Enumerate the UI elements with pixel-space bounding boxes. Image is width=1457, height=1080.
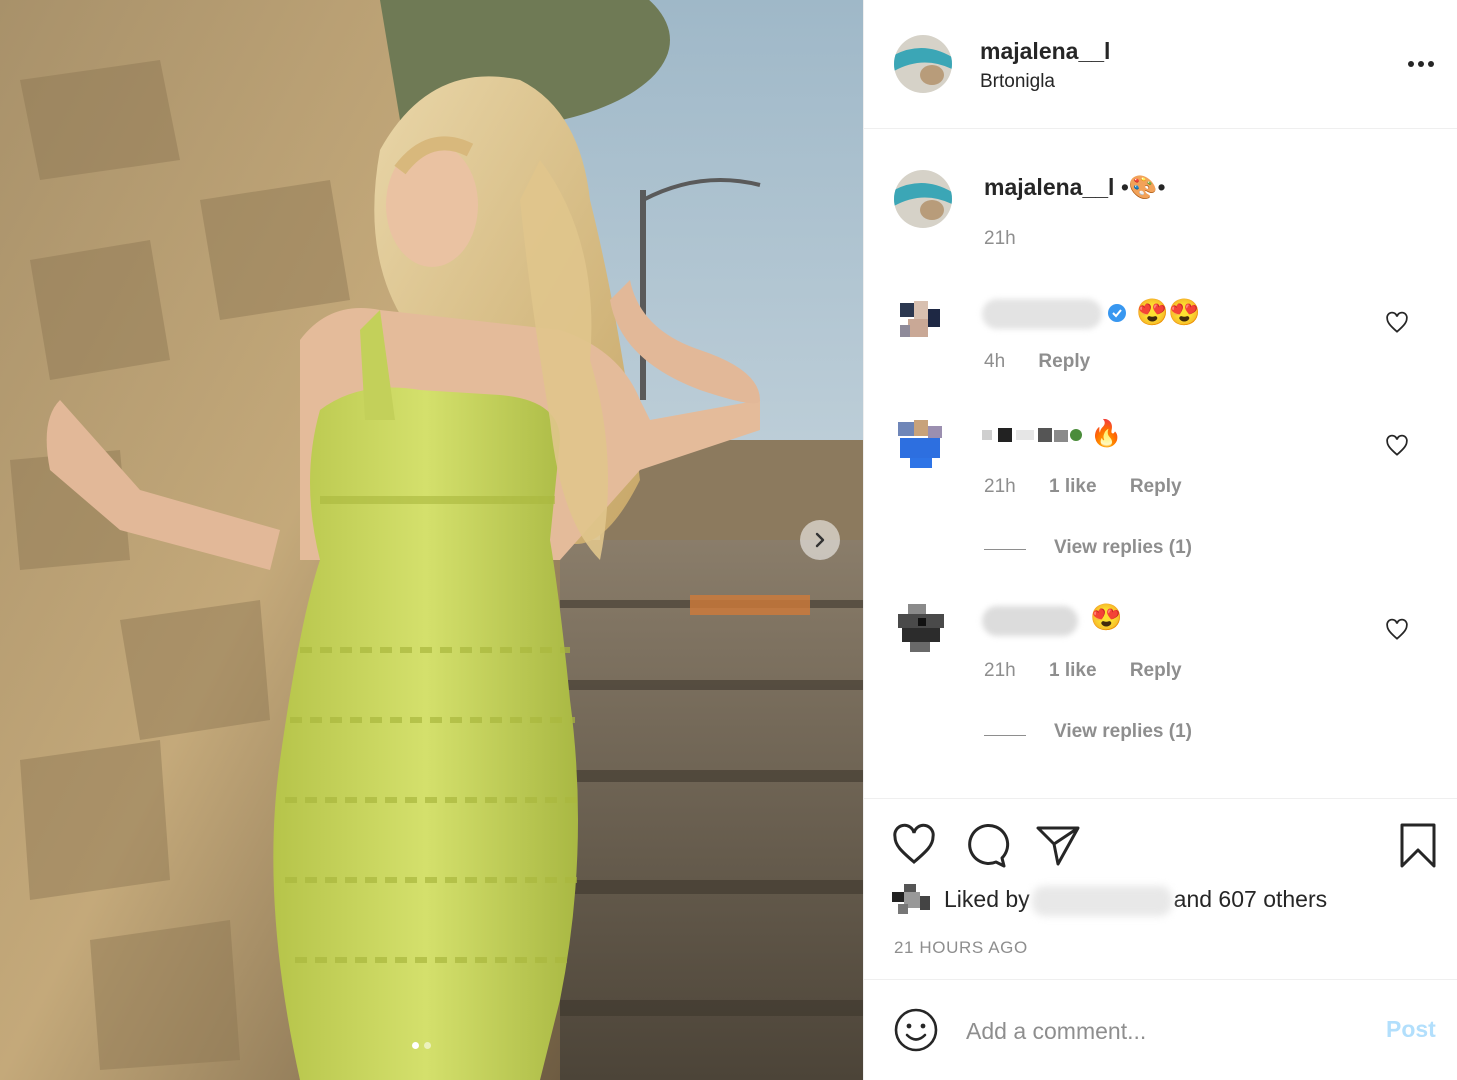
bookmark-icon <box>1400 823 1436 868</box>
more-options-button[interactable] <box>1396 52 1446 76</box>
caption-time[interactable]: 21h <box>984 228 1016 249</box>
heart-icon <box>1386 434 1408 456</box>
chevron-right-icon <box>815 532 825 548</box>
caption-username[interactable]: majalena__l <box>984 174 1114 200</box>
comment-emoji: 🔥 <box>1090 418 1123 448</box>
caption-meta: 21h <box>984 228 1044 250</box>
caption-avatar[interactable] <box>894 170 952 228</box>
post-details-panel: majalena__l Brtonigla majalena__l •🎨• 21… <box>863 0 1457 1080</box>
like-comment-button[interactable] <box>1384 310 1410 336</box>
reply-button[interactable]: Reply <box>1130 660 1182 681</box>
like-comment-button[interactable] <box>1384 433 1410 459</box>
comment-likes[interactable]: 1 like <box>1049 476 1097 497</box>
view-replies-line <box>984 735 1026 736</box>
reply-button[interactable]: Reply <box>1038 351 1090 372</box>
comment-meta: 21h 1 like Reply <box>984 660 1210 682</box>
reply-button[interactable]: Reply <box>1130 476 1182 497</box>
liker-username-blurred[interactable] <box>1031 886 1172 916</box>
post-header: majalena__l Brtonigla <box>864 0 1457 129</box>
view-replies-button[interactable]: View replies (1) <box>1054 537 1192 559</box>
liker-avatar[interactable] <box>892 884 932 916</box>
comment-meta: 4h Reply <box>984 351 1118 373</box>
like-button[interactable] <box>890 822 938 870</box>
heart-icon <box>1386 618 1408 640</box>
comment-input[interactable] <box>964 1010 1368 1052</box>
action-bar <box>864 822 1457 870</box>
liked-by-text: Liked by and 607 others <box>944 886 1327 916</box>
comment-emoji: 😍😍 <box>1136 297 1201 327</box>
comment-composer: Post <box>864 979 1457 1080</box>
save-button[interactable] <box>1394 822 1442 870</box>
author-username[interactable]: majalena__l <box>980 38 1110 65</box>
carousel-indicator <box>412 1042 431 1049</box>
commenter-username-blurred[interactable] <box>982 606 1078 636</box>
post-photo <box>0 0 863 1080</box>
comment-time[interactable]: 21h <box>984 660 1016 681</box>
smiley-icon <box>894 1008 938 1052</box>
commenter-avatar[interactable] <box>894 602 948 656</box>
post-location[interactable]: Brtonigla <box>980 71 1055 93</box>
liked-by-prefix: Liked by <box>944 886 1030 913</box>
more-options-icon <box>1408 61 1434 67</box>
heart-icon <box>893 823 935 864</box>
liked-by-count[interactable]: and 607 others <box>1174 886 1327 912</box>
post-timestamp[interactable]: 21 HOURS AGO <box>894 938 1028 958</box>
emoji-picker-button[interactable] <box>892 1006 940 1054</box>
commenter-avatar[interactable] <box>894 418 948 472</box>
commenter-username-blurred[interactable] <box>982 299 1102 329</box>
comment-bubble-icon <box>968 824 1010 868</box>
post-comment-button[interactable]: Post <box>1386 1016 1436 1043</box>
carousel-dot <box>424 1042 431 1049</box>
comment-emoji: 😍 <box>1090 602 1123 632</box>
author-avatar[interactable] <box>894 35 952 93</box>
share-button[interactable] <box>1034 822 1082 870</box>
verified-badge-icon <box>1108 304 1126 322</box>
comment-time[interactable]: 4h <box>984 351 1005 372</box>
commenter-username-pixelated[interactable] <box>982 424 1084 446</box>
caption-text: •🎨• <box>1120 174 1166 200</box>
paper-plane-icon <box>1036 826 1080 866</box>
next-slide-button[interactable] <box>800 520 840 560</box>
view-replies-button[interactable]: View replies (1) <box>1054 721 1192 743</box>
post-image <box>0 0 863 1080</box>
actions-divider <box>864 798 1457 799</box>
commenter-avatar[interactable] <box>894 295 948 349</box>
comment-meta: 21h 1 like Reply <box>984 476 1210 498</box>
comment-likes[interactable]: 1 like <box>1049 660 1097 681</box>
heart-icon <box>1386 311 1408 333</box>
carousel-dot-active <box>412 1042 419 1049</box>
comment-button[interactable] <box>962 822 1010 870</box>
view-replies-line <box>984 549 1026 550</box>
like-comment-button[interactable] <box>1384 617 1410 643</box>
comment-time[interactable]: 21h <box>984 476 1016 497</box>
